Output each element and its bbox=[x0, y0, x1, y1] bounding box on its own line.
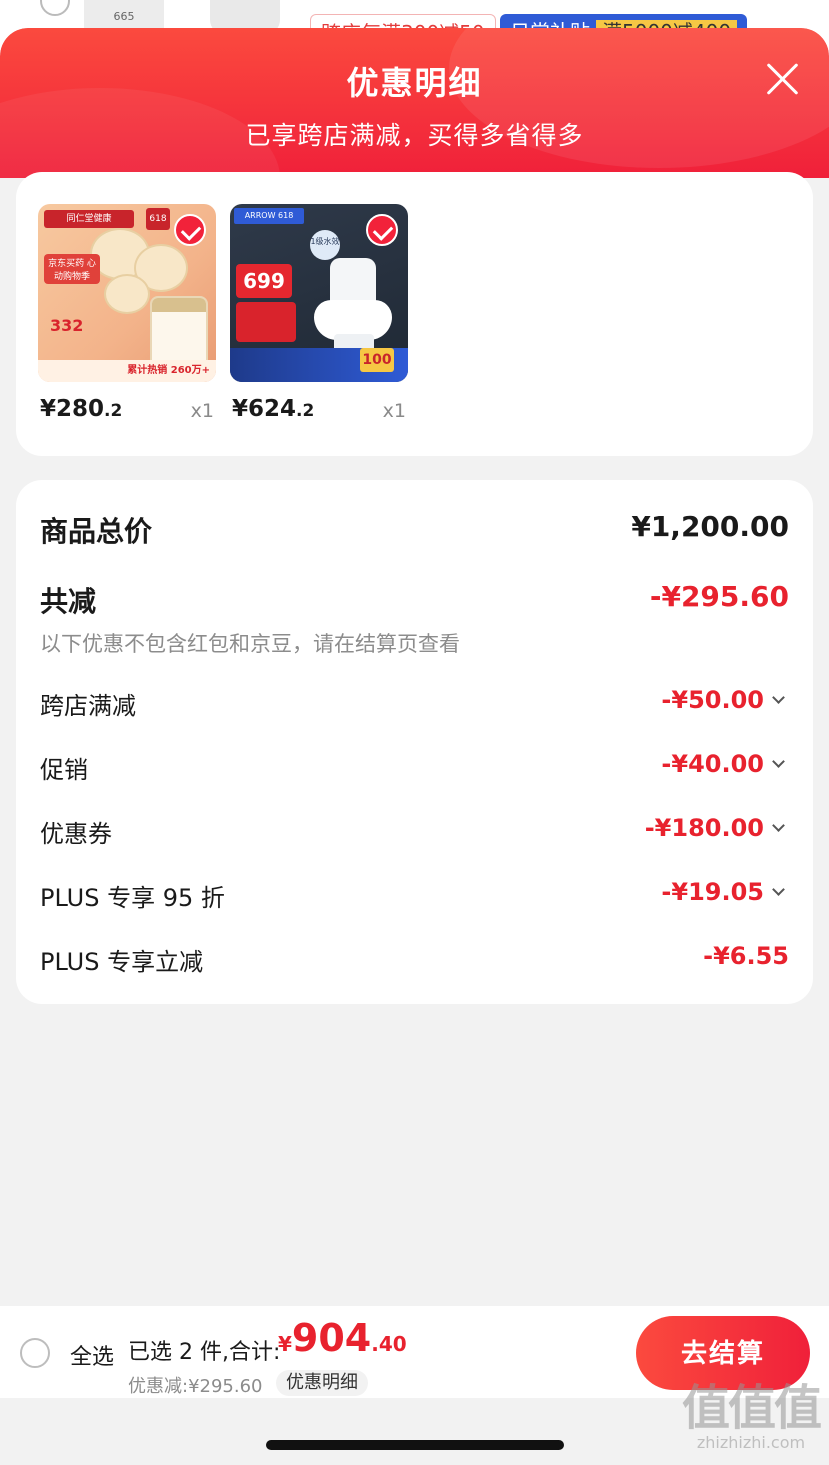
promo-tag: 京东买药 心动购物季 bbox=[44, 254, 100, 284]
product-quantity: x1 bbox=[190, 400, 214, 422]
product-image-toilet: ARROW 618 1级水效 699 100 bbox=[230, 204, 408, 382]
image-price: 699 bbox=[236, 264, 292, 298]
discount-row-coupon[interactable]: 优惠券 -¥180.00 bbox=[40, 814, 789, 850]
discount-label: 优惠券 bbox=[40, 820, 112, 848]
select-all-label[interactable]: 全选 bbox=[70, 1339, 114, 1371]
discount-label: 跨店满减 bbox=[40, 692, 136, 720]
discount-value: -¥40.00 bbox=[661, 750, 785, 778]
discount-row-cross-store[interactable]: 跨店满减 -¥50.00 bbox=[40, 686, 789, 722]
discount-label: PLUS 专享立减 bbox=[40, 948, 204, 976]
close-icon[interactable] bbox=[765, 62, 799, 96]
discount-row-plus-95[interactable]: PLUS 专享 95 折 -¥19.05 bbox=[40, 878, 789, 914]
grand-total: ¥904.40 bbox=[278, 1316, 407, 1360]
jar-graphic bbox=[150, 296, 208, 368]
badge-618: 618 bbox=[146, 208, 170, 230]
discount-value: -¥6.55 bbox=[703, 942, 789, 970]
toilet-graphic bbox=[330, 258, 376, 306]
sheet-header: 优惠明细 已享跨店满减，买得多省得多 bbox=[0, 28, 829, 178]
discount-label: PLUS 专享 95 折 bbox=[40, 884, 225, 912]
discount-row-promotion[interactable]: 促销 -¥40.00 bbox=[40, 750, 789, 786]
total-price-value: ¥1,200.00 bbox=[631, 510, 789, 543]
discount-value: -¥180.00 bbox=[645, 814, 785, 842]
image-price: 332 bbox=[50, 316, 84, 335]
water-efficiency-badge: 1级水效 bbox=[310, 230, 340, 260]
sheet-title: 优惠明细 bbox=[346, 64, 483, 102]
total-price-label: 商品总价 bbox=[40, 515, 153, 548]
watermark-logo: 值值值 zhizhizhi.com bbox=[681, 1380, 822, 1452]
checkmark-icon[interactable] bbox=[366, 214, 398, 246]
total-discount-value: -¥295.60 bbox=[649, 580, 789, 613]
checkout-button[interactable]: 去结算 bbox=[636, 1316, 810, 1390]
sales-banner: 累计热销 260万+ bbox=[38, 360, 216, 382]
chevron-down-icon bbox=[772, 690, 785, 704]
discount-row-plus-instant: PLUS 专享立减 -¥6.55 bbox=[40, 942, 789, 978]
checkmark-icon[interactable] bbox=[174, 214, 206, 246]
product-image-ginseng: 同仁堂健康 618 京东买药 心动购物季 332 累计热销 260万+ bbox=[38, 204, 216, 382]
product-price: ¥624.2 bbox=[232, 396, 315, 422]
coupon-badge: 100 bbox=[360, 348, 394, 372]
product-price: ¥280.2 bbox=[40, 396, 123, 422]
discount-detail-link[interactable]: 优惠明细 bbox=[276, 1370, 368, 1396]
background-radio bbox=[40, 0, 70, 16]
background-thumbnail: 665 bbox=[84, 0, 164, 30]
total-discount-row: 共减 -¥295.60 bbox=[40, 580, 789, 620]
sheet-subtitle: 已享跨店满减，买得多省得多 bbox=[245, 121, 584, 150]
total-price-row: 商品总价 ¥1,200.00 bbox=[40, 510, 789, 550]
product-quantity: x1 bbox=[382, 400, 406, 422]
product-item[interactable]: ARROW 618 1级水效 699 100 ¥624.2 x1 bbox=[230, 204, 408, 436]
product-price-row: ¥624.2 x1 bbox=[230, 396, 408, 436]
chevron-down-icon bbox=[772, 882, 785, 896]
select-all-radio[interactable] bbox=[20, 1338, 50, 1368]
home-indicator[interactable] bbox=[266, 1440, 564, 1450]
brand-logo: 同仁堂健康 bbox=[44, 210, 134, 228]
saving-text: 优惠减:¥295.60 bbox=[128, 1376, 263, 1397]
discount-note: 以下优惠不包含红包和京豆，请在结算页查看 bbox=[40, 632, 460, 656]
total-discount-label: 共减 bbox=[40, 585, 97, 618]
selected-count-text: 已选 2 件,合计: bbox=[128, 1340, 281, 1365]
discount-label: 促销 bbox=[40, 756, 88, 784]
selected-products-card: 同仁堂健康 618 京东买药 心动购物季 332 累计热销 260万+ ¥280… bbox=[16, 172, 813, 456]
price-summary-card: 商品总价 ¥1,200.00 共减 -¥295.60 以下优惠不包含红包和京豆，… bbox=[16, 480, 813, 1004]
chevron-down-icon bbox=[772, 754, 785, 768]
product-item[interactable]: 同仁堂健康 618 京东买药 心动购物季 332 累计热销 260万+ ¥280… bbox=[38, 204, 216, 436]
discount-value: -¥19.05 bbox=[661, 878, 785, 906]
product-price-row: ¥280.2 x1 bbox=[38, 396, 216, 436]
brand-logo: ARROW 618 bbox=[234, 208, 304, 224]
discount-value: -¥50.00 bbox=[661, 686, 785, 714]
chevron-down-icon bbox=[772, 818, 785, 832]
